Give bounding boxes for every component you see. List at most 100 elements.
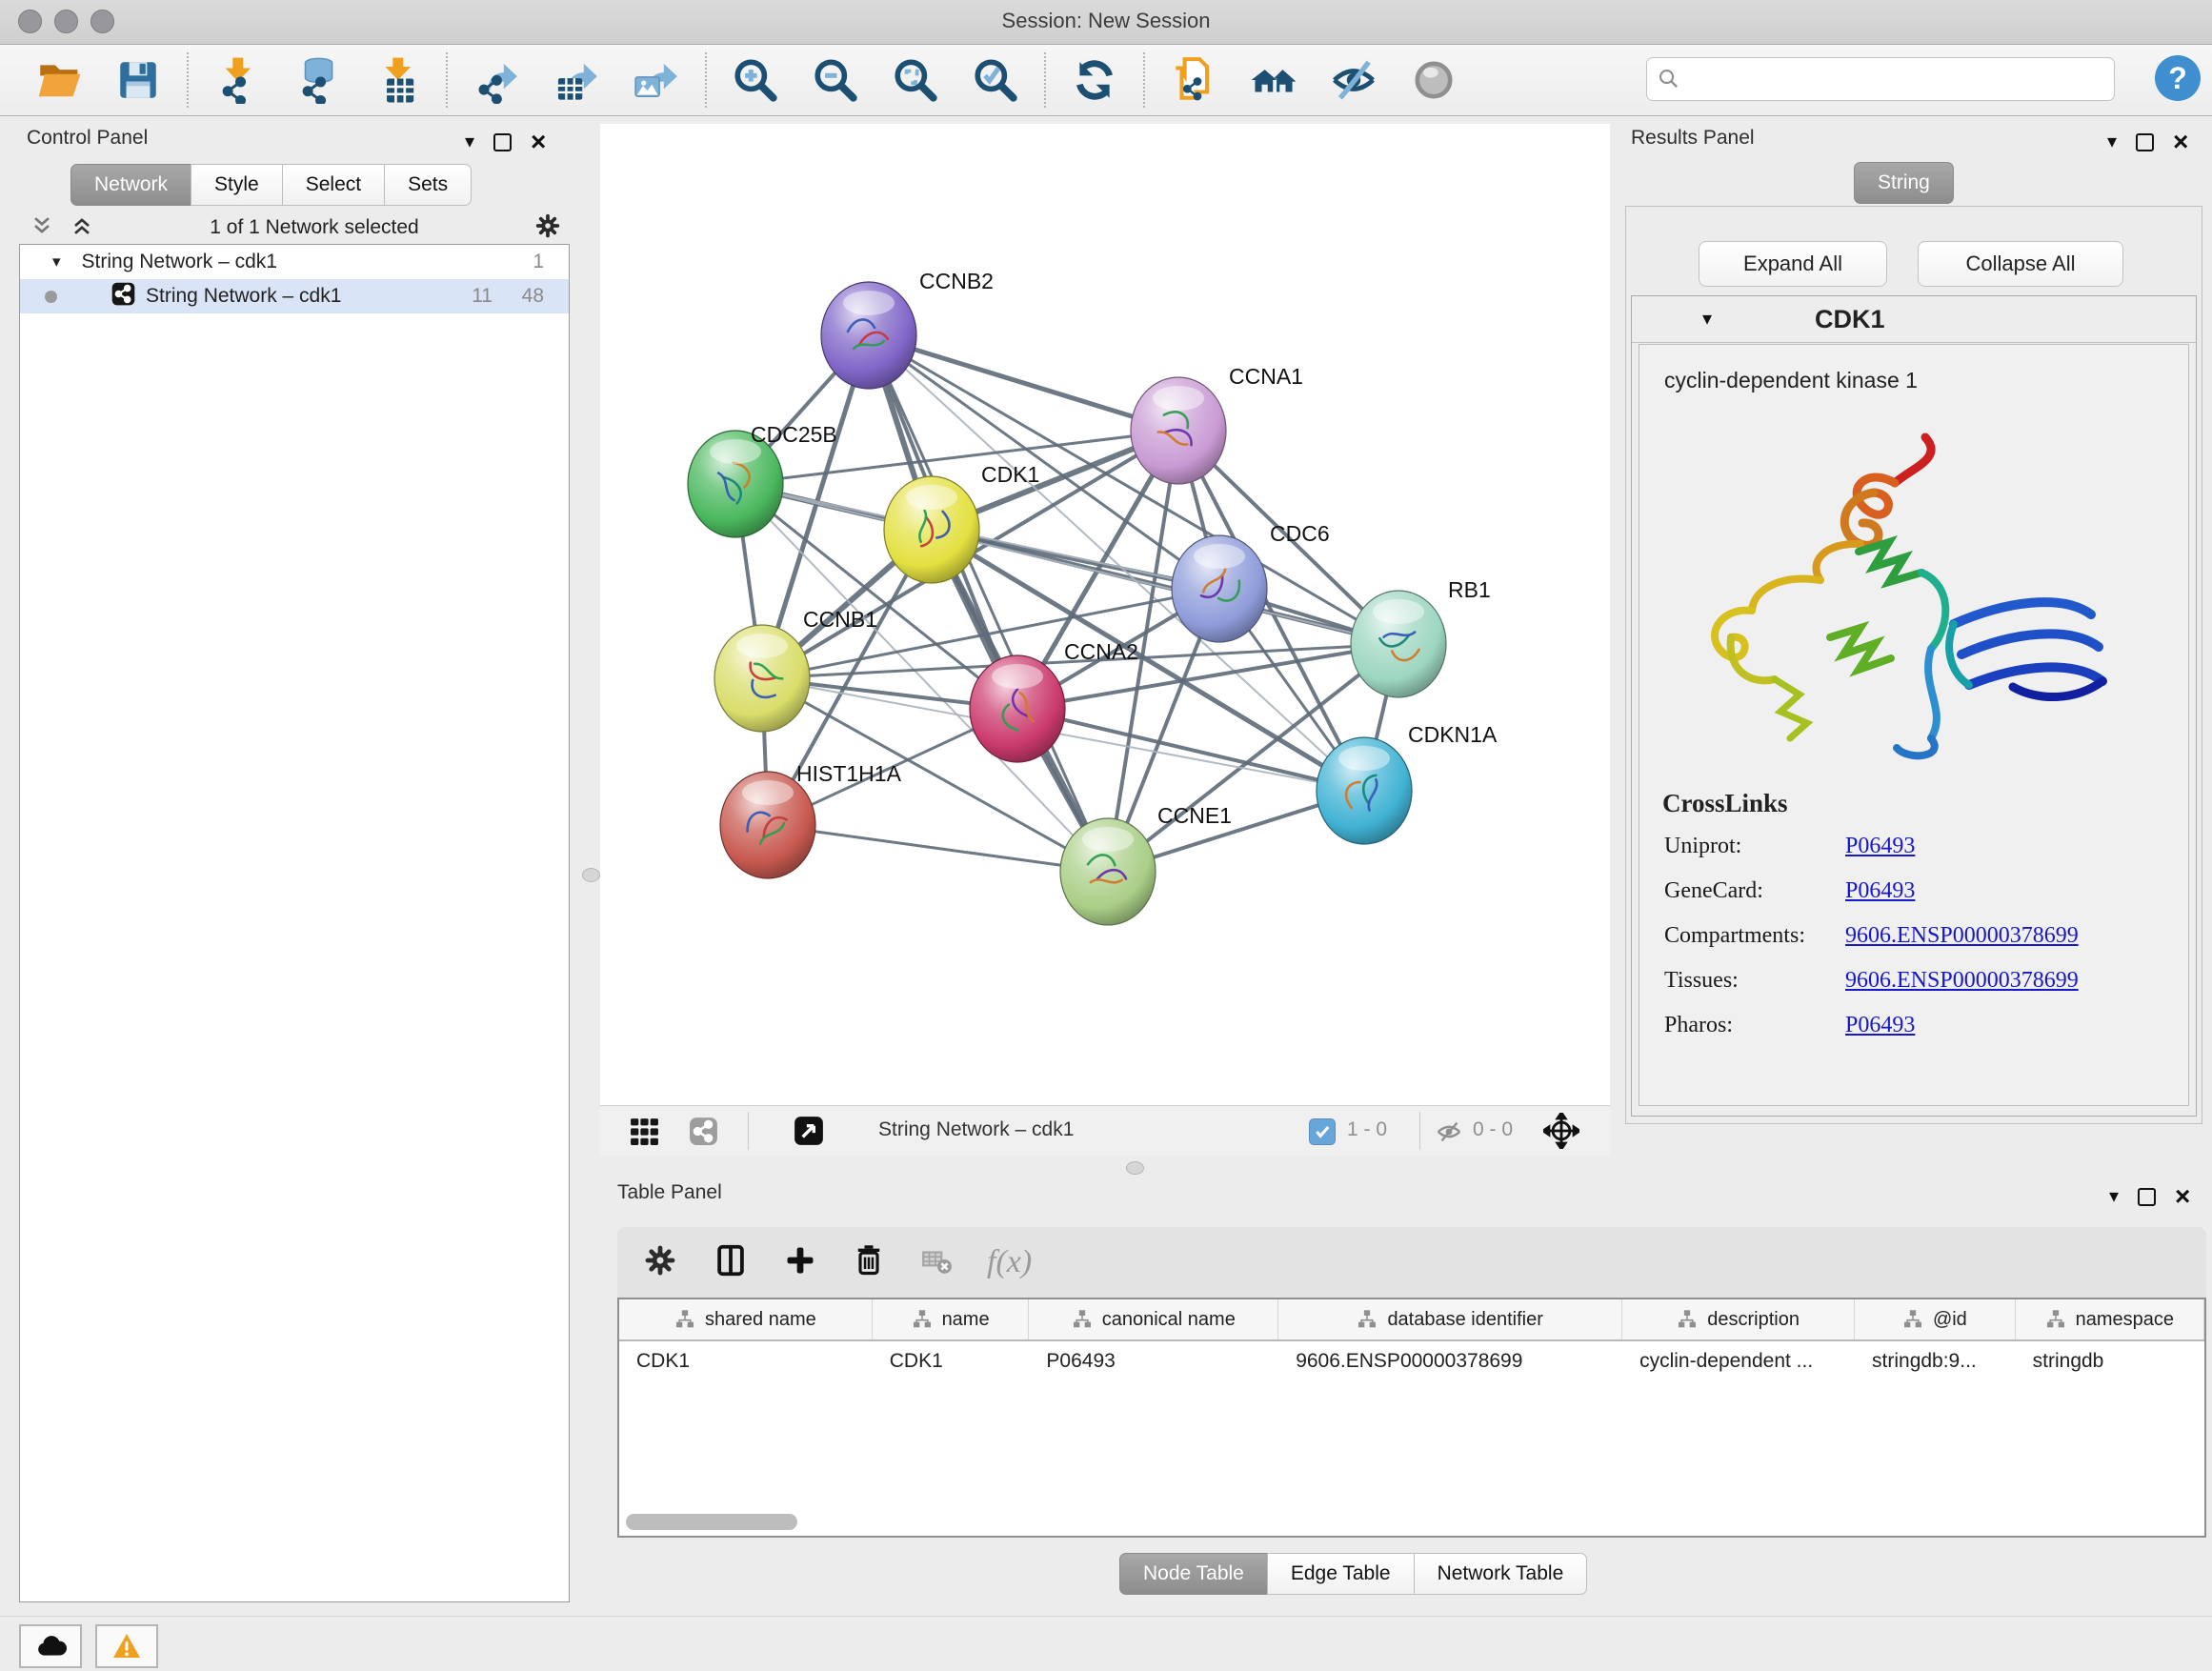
column-header-shared-name[interactable]: shared name bbox=[619, 1299, 873, 1339]
export-table-icon[interactable] bbox=[551, 54, 602, 106]
zoom-selected-icon[interactable] bbox=[970, 54, 1021, 106]
panel-close-icon[interactable]: × bbox=[2175, 1183, 2190, 1210]
detach-view-icon[interactable] bbox=[793, 1115, 825, 1152]
table-cell[interactable]: stringdb bbox=[2016, 1341, 2204, 1381]
collection-expand-icon[interactable]: ▾ bbox=[52, 252, 61, 272]
network-view-share-icon[interactable] bbox=[688, 1116, 719, 1152]
warnings-button[interactable] bbox=[95, 1624, 158, 1668]
search-box[interactable] bbox=[1646, 57, 2115, 101]
import-network-from-file-icon[interactable] bbox=[211, 54, 263, 106]
network-node-ccna2[interactable] bbox=[970, 655, 1065, 762]
table-cell[interactable]: P06493 bbox=[1029, 1341, 1278, 1381]
section-collapse-icon[interactable]: ▾ bbox=[1702, 310, 1712, 329]
grid-view-icon[interactable] bbox=[629, 1116, 660, 1152]
panel-close-icon[interactable]: × bbox=[531, 129, 546, 155]
show-columns-icon[interactable] bbox=[713, 1242, 749, 1283]
gene-section-header[interactable]: ▾ CDK1 bbox=[1632, 296, 2196, 343]
network-node-ccne1[interactable] bbox=[1060, 818, 1156, 925]
search-input[interactable] bbox=[1681, 68, 2095, 91]
hide-selected-icon[interactable] bbox=[1328, 54, 1379, 106]
column-header-id[interactable]: @id bbox=[1855, 1299, 2016, 1339]
panel-menu-icon[interactable]: ▾ bbox=[2109, 1187, 2119, 1206]
panel-float-icon[interactable] bbox=[2136, 133, 2154, 151]
hidden-eye-icon[interactable] bbox=[1435, 1117, 1463, 1151]
tab-network-table[interactable]: Network Table bbox=[1414, 1553, 1588, 1595]
column-header-description[interactable]: description bbox=[1622, 1299, 1855, 1339]
bottom-splitter-handle[interactable] bbox=[1126, 1161, 1144, 1175]
expand-all-networks-icon[interactable] bbox=[69, 212, 95, 244]
zoom-out-icon[interactable] bbox=[810, 54, 861, 106]
panel-float-icon[interactable] bbox=[2138, 1188, 2156, 1206]
import-table-from-file-icon[interactable] bbox=[372, 54, 423, 106]
table-settings-gear-icon[interactable] bbox=[642, 1242, 678, 1283]
network-edge[interactable] bbox=[869, 335, 1108, 872]
tab-string[interactable]: String bbox=[1854, 162, 1954, 204]
network-node-ccna1[interactable] bbox=[1131, 377, 1226, 484]
panel-close-icon[interactable]: × bbox=[2173, 129, 2188, 155]
add-column-icon[interactable] bbox=[783, 1243, 817, 1282]
network-options-gear-icon[interactable] bbox=[533, 211, 562, 245]
network-node-cdc6[interactable] bbox=[1172, 535, 1267, 642]
table-cell[interactable]: stringdb:9... bbox=[1855, 1341, 2016, 1381]
network-node-ccnb2[interactable] bbox=[821, 282, 916, 389]
network-node-rb1[interactable] bbox=[1351, 591, 1446, 697]
column-header-database-identifier[interactable]: database identifier bbox=[1278, 1299, 1622, 1339]
zoom-in-icon[interactable] bbox=[730, 54, 781, 106]
table-cell[interactable]: 9606.ENSP00000378699 bbox=[1278, 1341, 1622, 1381]
panel-menu-icon[interactable]: ▾ bbox=[465, 132, 474, 151]
import-network-from-database-icon[interactable] bbox=[292, 54, 343, 106]
column-header-namespace[interactable]: namespace bbox=[2016, 1299, 2204, 1339]
network-node-ccnb1[interactable] bbox=[714, 625, 810, 732]
network-edge[interactable] bbox=[768, 825, 1108, 872]
tab-select[interactable]: Select bbox=[282, 164, 385, 206]
tab-edge-table[interactable]: Edge Table bbox=[1267, 1553, 1415, 1595]
left-splitter-handle[interactable] bbox=[582, 868, 600, 882]
help-button[interactable]: ? bbox=[2155, 55, 2201, 101]
node-table[interactable]: shared namenamecanonical namedatabase id… bbox=[617, 1298, 2206, 1538]
string-export-icon[interactable] bbox=[1168, 54, 1219, 106]
crosslink-link[interactable]: P06493 bbox=[1845, 1013, 1915, 1038]
tab-sets[interactable]: Sets bbox=[384, 164, 472, 206]
panel-float-icon[interactable] bbox=[493, 133, 512, 151]
panel-menu-icon[interactable]: ▾ bbox=[2107, 132, 2117, 151]
cloud-button[interactable] bbox=[19, 1624, 82, 1668]
fit-selected-crosshair-icon[interactable] bbox=[1543, 1113, 1579, 1154]
table-cell[interactable]: CDK1 bbox=[873, 1341, 1030, 1381]
column-header-canonical-name[interactable]: canonical name bbox=[1029, 1299, 1278, 1339]
save-session-icon[interactable] bbox=[112, 54, 164, 106]
network-graph[interactable]: CCNB2CCNA1CDC25BCDK1CDC6RB1CCNB1CCNA2CDK… bbox=[600, 124, 1610, 1105]
crosslink-link[interactable]: 9606.ENSP00000378699 bbox=[1845, 968, 2079, 994]
collapse-all-button[interactable]: Collapse All bbox=[1918, 241, 2123, 287]
tab-node-table[interactable]: Node Table bbox=[1119, 1553, 1268, 1595]
column-header-name[interactable]: name bbox=[873, 1299, 1030, 1339]
tab-network[interactable]: Network bbox=[70, 164, 191, 206]
crosslink-label: Tissues: bbox=[1664, 968, 1845, 994]
table-cell[interactable]: cyclin-dependent ... bbox=[1622, 1341, 1855, 1381]
selected-nodes-checkbox[interactable] bbox=[1309, 1118, 1336, 1145]
network-node-cdkn1a[interactable] bbox=[1317, 737, 1412, 844]
refresh-icon[interactable] bbox=[1069, 54, 1120, 106]
crosslink-link[interactable]: P06493 bbox=[1845, 834, 1915, 859]
network-overview-icon[interactable] bbox=[1248, 54, 1299, 106]
zoom-fit-content-icon[interactable] bbox=[890, 54, 941, 106]
open-session-icon[interactable] bbox=[32, 54, 84, 106]
export-network-to-file-icon[interactable] bbox=[471, 54, 522, 106]
network-node-hist1h1a[interactable] bbox=[720, 772, 815, 878]
network-view-canvas[interactable]: CCNB2CCNA1CDC25BCDK1CDC6RB1CCNB1CCNA2CDK… bbox=[600, 124, 1610, 1105]
horizontal-scrollbar[interactable] bbox=[626, 1514, 797, 1530]
show-hidden-icon[interactable] bbox=[1408, 54, 1459, 106]
crosslink-link[interactable]: 9606.ENSP00000378699 bbox=[1845, 923, 2079, 949]
table-cell[interactable]: CDK1 bbox=[619, 1341, 873, 1381]
network-edge[interactable] bbox=[1017, 709, 1364, 791]
network-row[interactable]: String Network – cdk1 11 48 bbox=[20, 279, 569, 313]
export-image-icon[interactable] bbox=[631, 54, 682, 106]
table-row[interactable]: CDK1CDK1P064939606.ENSP00000378699cyclin… bbox=[619, 1341, 2204, 1381]
network-collection-row[interactable]: ▾ String Network – cdk1 1 bbox=[20, 245, 569, 279]
expand-all-button[interactable]: Expand All bbox=[1699, 241, 1887, 287]
tab-style[interactable]: Style bbox=[191, 164, 283, 206]
crosslink-link[interactable]: P06493 bbox=[1845, 878, 1915, 904]
network-node-count: 11 bbox=[472, 285, 493, 308]
network-node-cdk1[interactable] bbox=[884, 476, 979, 583]
collapse-all-networks-icon[interactable] bbox=[29, 212, 55, 244]
delete-column-trash-icon[interactable] bbox=[852, 1243, 886, 1282]
